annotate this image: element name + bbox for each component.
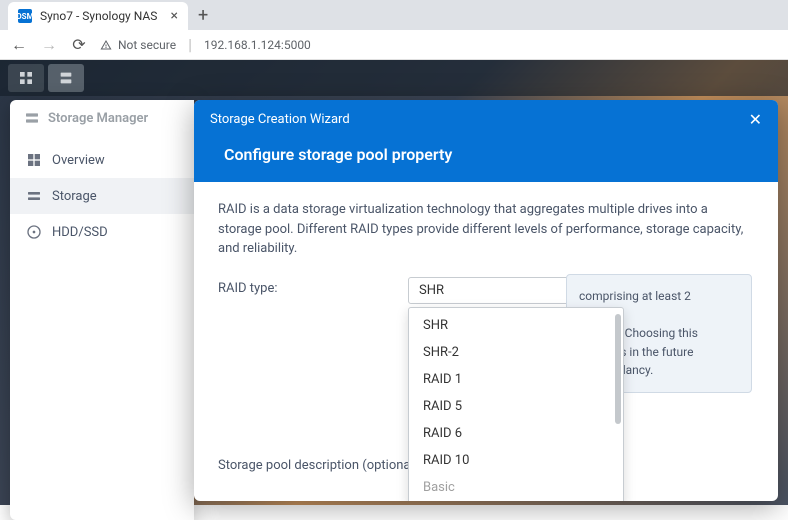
raid-option-raid5[interactable]: RAID 5 (409, 393, 623, 420)
wizard-header-title: Storage Creation Wizard (210, 112, 350, 127)
close-tab-icon[interactable]: × (171, 8, 178, 24)
storage-manager-nav: Overview Storage HDD/SSD (10, 136, 194, 250)
warning-icon (100, 39, 112, 51)
dropdown-scrollbar[interactable] (615, 314, 621, 424)
raid-option-raid1[interactable]: RAID 1 (409, 366, 623, 393)
desktop-toolbar (0, 60, 788, 96)
pool-description-label: Storage pool description (optional): (218, 454, 421, 473)
toolbar-grid-icon[interactable] (8, 64, 44, 92)
raid-type-label: RAID type: (218, 277, 408, 296)
nav-label: Storage (52, 189, 97, 204)
hint-line: comprising at least 2 (579, 287, 739, 306)
raid-option-shr2[interactable]: SHR-2 (409, 339, 623, 366)
tab-title: Syno7 - Synology NAS (40, 9, 157, 23)
storage-manager-icon (24, 110, 40, 126)
nav-label: HDD/SSD (52, 225, 108, 240)
storage-manager-window: Storage Manager Overview Storage HDD/SSD (10, 100, 194, 520)
storage-icon (26, 188, 42, 204)
overview-icon (26, 152, 42, 168)
wizard-header: Storage Creation Wizard ✕ (194, 100, 778, 139)
nav-storage[interactable]: Storage (10, 178, 194, 214)
forward-icon: → (40, 35, 58, 55)
wizard-title: Configure storage pool property (194, 139, 778, 182)
toolbar-storage-icon[interactable] (48, 64, 84, 92)
nav-label: Overview (52, 153, 105, 168)
raid-option-basic[interactable]: Basic (409, 474, 623, 501)
storage-creation-wizard: Storage Creation Wizard ✕ Configure stor… (194, 100, 778, 501)
browser-tab[interactable]: DSM Syno7 - Synology NAS × (8, 2, 188, 30)
synology-desktop: Storage Manager Overview Storage HDD/SSD… (0, 60, 788, 505)
browser-tab-strip: DSM Syno7 - Synology NAS × + (0, 0, 788, 30)
wizard-body: RAID is a data storage virtualization te… (194, 182, 778, 497)
favicon: DSM (18, 9, 32, 23)
new-tab-button[interactable]: + (188, 5, 218, 26)
raid-option-raid10[interactable]: RAID 10 (409, 447, 623, 474)
storage-manager-header: Storage Manager (10, 100, 194, 136)
reload-icon[interactable]: ⟳ (70, 35, 88, 54)
nav-overview[interactable]: Overview (10, 142, 194, 178)
divider: | (188, 35, 192, 54)
back-icon[interactable]: ← (10, 35, 28, 55)
raid-type-value: SHR (419, 283, 444, 298)
wizard-description: RAID is a data storage virtualization te… (218, 200, 752, 259)
nav-hdd-ssd[interactable]: HDD/SSD (10, 214, 194, 250)
security-status[interactable]: Not secure (100, 38, 176, 52)
hdd-icon (26, 224, 42, 240)
address-bar: ← → ⟳ Not secure | 192.168.1.124:5000 (0, 30, 788, 60)
close-icon[interactable]: ✕ (749, 110, 762, 129)
raid-option-shr[interactable]: SHR (409, 312, 623, 339)
raid-type-dropdown: SHR SHR-2 RAID 1 RAID 5 RAID 6 RAID 10 B… (408, 307, 624, 502)
raid-option-raid6[interactable]: RAID 6 (409, 420, 623, 447)
url-text[interactable]: 192.168.1.124:5000 (204, 38, 311, 52)
